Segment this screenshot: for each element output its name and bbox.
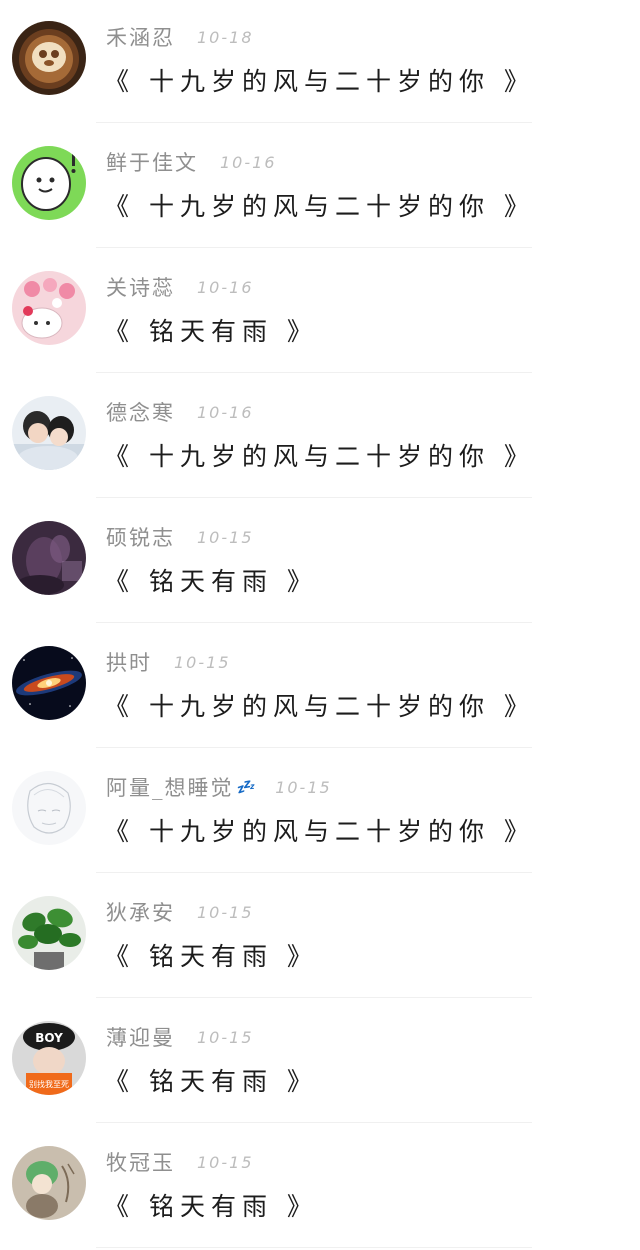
- plant-avatar[interactable]: [12, 896, 86, 970]
- latte-art-avatar[interactable]: [12, 21, 86, 95]
- username[interactable]: 牧冠玉: [106, 1147, 175, 1177]
- divider: [96, 747, 532, 748]
- list-item[interactable]: 关诗蕊 10-16 《 铭天有雨 》: [0, 250, 640, 375]
- list-item[interactable]: 德念寒 10-16 《 十九岁的风与二十岁的你 》: [0, 375, 640, 500]
- divider: [96, 1247, 532, 1248]
- divider: [96, 372, 532, 373]
- avatar-caption: 别找我至死: [29, 1079, 69, 1089]
- list-item[interactable]: 阿量_想睡觉 💤 10-15 《 十九岁的风与二十岁的你 》: [0, 750, 640, 875]
- comment-meta: 牧冠玉 10-15: [106, 1147, 254, 1177]
- couple-photo-avatar[interactable]: [12, 396, 86, 470]
- comment-meta: 硕锐志 10-15: [106, 522, 254, 552]
- sleep-emoji-icon: 💤: [235, 778, 255, 796]
- comment-meta: 鲜于佳文 10-16: [106, 147, 277, 177]
- comment-date: 10-18: [197, 27, 254, 47]
- comment-meta: 狄承安 10-15: [106, 897, 254, 927]
- username[interactable]: 鲜于佳文: [106, 147, 198, 177]
- comment-list: 禾涵忍 10-18 《 十九岁的风与二十岁的你 》 鲜于佳文 10-16 《 十…: [0, 0, 640, 1250]
- green-cartoon-avatar[interactable]: [12, 146, 86, 220]
- book-title[interactable]: 《 十九岁的风与二十岁的你 》: [104, 812, 535, 848]
- comment-meta: 德念寒 10-16: [106, 397, 254, 427]
- list-item[interactable]: 禾涵忍 10-18 《 十九岁的风与二十岁的你 》: [0, 0, 640, 125]
- book-title[interactable]: 《 十九岁的风与二十岁的你 》: [104, 187, 535, 223]
- book-title[interactable]: 《 铭天有雨 》: [104, 312, 318, 348]
- list-item[interactable]: BOY 别找我至死 薄迎曼 10-15 《 铭天有雨 》: [0, 1000, 640, 1125]
- username[interactable]: 拱时: [106, 647, 152, 677]
- book-title[interactable]: 《 铭天有雨 》: [104, 1187, 318, 1223]
- list-item[interactable]: 拱时 10-15 《 十九岁的风与二十岁的你 》: [0, 625, 640, 750]
- username[interactable]: 硕锐志: [106, 522, 175, 552]
- book-title[interactable]: 《 铭天有雨 》: [104, 562, 318, 598]
- list-item[interactable]: 狄承安 10-15 《 铭天有雨 》: [0, 875, 640, 1000]
- username[interactable]: 阿量_想睡觉: [106, 772, 234, 802]
- comment-date: 10-15: [275, 777, 332, 797]
- book-title[interactable]: 《 十九岁的风与二十岁的你 》: [104, 437, 535, 473]
- username[interactable]: 薄迎曼: [106, 1022, 175, 1052]
- anime-girl-avatar[interactable]: [12, 1146, 86, 1220]
- divider: [96, 122, 532, 123]
- boy-cap-avatar[interactable]: BOY 别找我至死: [12, 1021, 86, 1095]
- galaxy-avatar[interactable]: [12, 646, 86, 720]
- avatar-cap-text: BOY: [35, 1031, 63, 1045]
- list-item[interactable]: 硕锐志 10-15 《 铭天有雨 》: [0, 500, 640, 625]
- book-title[interactable]: 《 铭天有雨 》: [104, 937, 318, 973]
- divider: [96, 1122, 532, 1123]
- list-item[interactable]: 鲜于佳文 10-16 《 十九岁的风与二十岁的你 》: [0, 125, 640, 250]
- comment-date: 10-16: [197, 277, 254, 297]
- book-title[interactable]: 《 铭天有雨 》: [104, 1062, 318, 1098]
- username[interactable]: 德念寒: [106, 397, 175, 427]
- comment-meta: 阿量_想睡觉 💤 10-15: [106, 772, 332, 802]
- username[interactable]: 禾涵忍: [106, 22, 175, 52]
- comment-date: 10-15: [197, 527, 254, 547]
- username[interactable]: 狄承安: [106, 897, 175, 927]
- comment-date: 10-15: [197, 1152, 254, 1172]
- comment-meta: 关诗蕊 10-16: [106, 272, 254, 302]
- comment-meta: 薄迎曼 10-15: [106, 1022, 254, 1052]
- divider: [96, 997, 532, 998]
- comment-date: 10-15: [197, 902, 254, 922]
- purple-portrait-avatar[interactable]: [12, 521, 86, 595]
- comment-meta: 拱时 10-15: [106, 647, 231, 677]
- username[interactable]: 关诗蕊: [106, 272, 175, 302]
- divider: [96, 622, 532, 623]
- comment-date: 10-16: [220, 152, 277, 172]
- divider: [96, 247, 532, 248]
- book-title[interactable]: 《 十九岁的风与二十岁的你 》: [104, 62, 535, 98]
- list-item[interactable]: 牧冠玉 10-15 《 铭天有雨 》: [0, 1125, 640, 1250]
- comment-date: 10-15: [174, 652, 231, 672]
- book-title[interactable]: 《 十九岁的风与二十岁的你 》: [104, 687, 535, 723]
- divider: [96, 497, 532, 498]
- comment-meta: 禾涵忍 10-18: [106, 22, 254, 52]
- comment-date: 10-15: [197, 1027, 254, 1047]
- comment-date: 10-16: [197, 402, 254, 422]
- sketch-portrait-avatar[interactable]: [12, 771, 86, 845]
- divider: [96, 872, 532, 873]
- hello-kitty-case-avatar[interactable]: [12, 271, 86, 345]
